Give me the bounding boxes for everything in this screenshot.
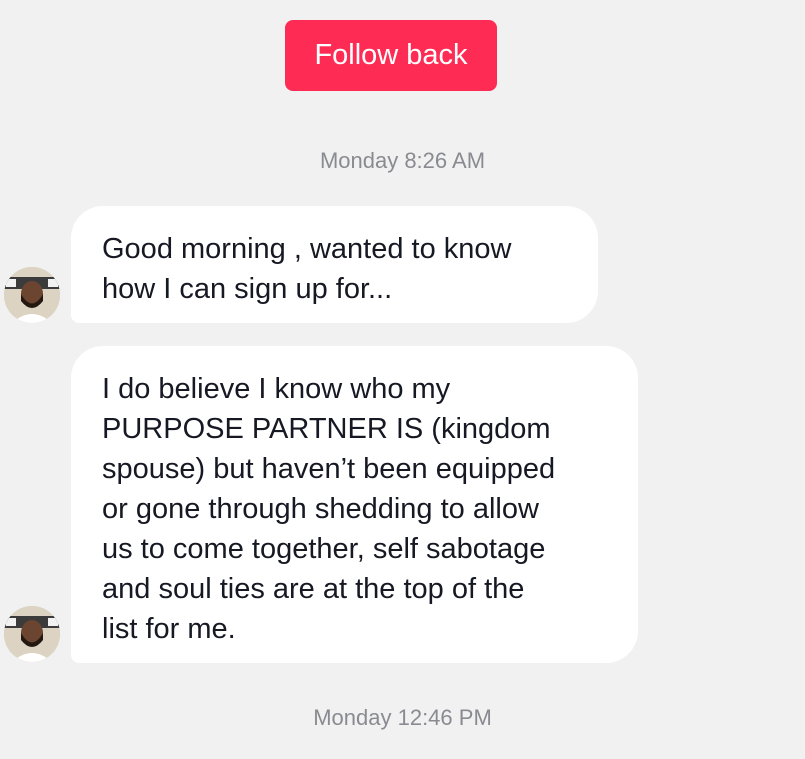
message-line: PURPOSE PARTNER IS (kingdom: [102, 413, 551, 445]
message-timestamp: Monday 8:26 AM: [319, 148, 486, 173]
message-line: and soul ties are at the top of the: [102, 573, 525, 605]
sender-avatar[interactable]: [4, 267, 60, 323]
message-line: spouse) but haven’t been equipped: [102, 453, 556, 485]
message-line: I do believe I know who my: [102, 373, 451, 405]
avatar-icon: [4, 606, 60, 662]
message-line: us to come together, self sabotage: [102, 533, 546, 565]
avatar-icon: [4, 267, 60, 323]
message-bubble[interactable]: Good morning , wanted to know how I can …: [71, 206, 598, 323]
message-line: list for me.: [102, 613, 236, 645]
sender-avatar[interactable]: [4, 606, 60, 662]
message-line: Good morning , wanted to know: [102, 233, 512, 265]
message-line: how I can sign up for...: [102, 273, 393, 305]
message-bubble[interactable]: I do believe I know who my PURPOSE PARTN…: [71, 346, 638, 663]
message-line: or gone through shedding to allow: [102, 493, 539, 525]
follow-back-button[interactable]: Follow back: [285, 20, 497, 91]
message-timestamp: Monday 12:46 PM: [313, 705, 492, 730]
